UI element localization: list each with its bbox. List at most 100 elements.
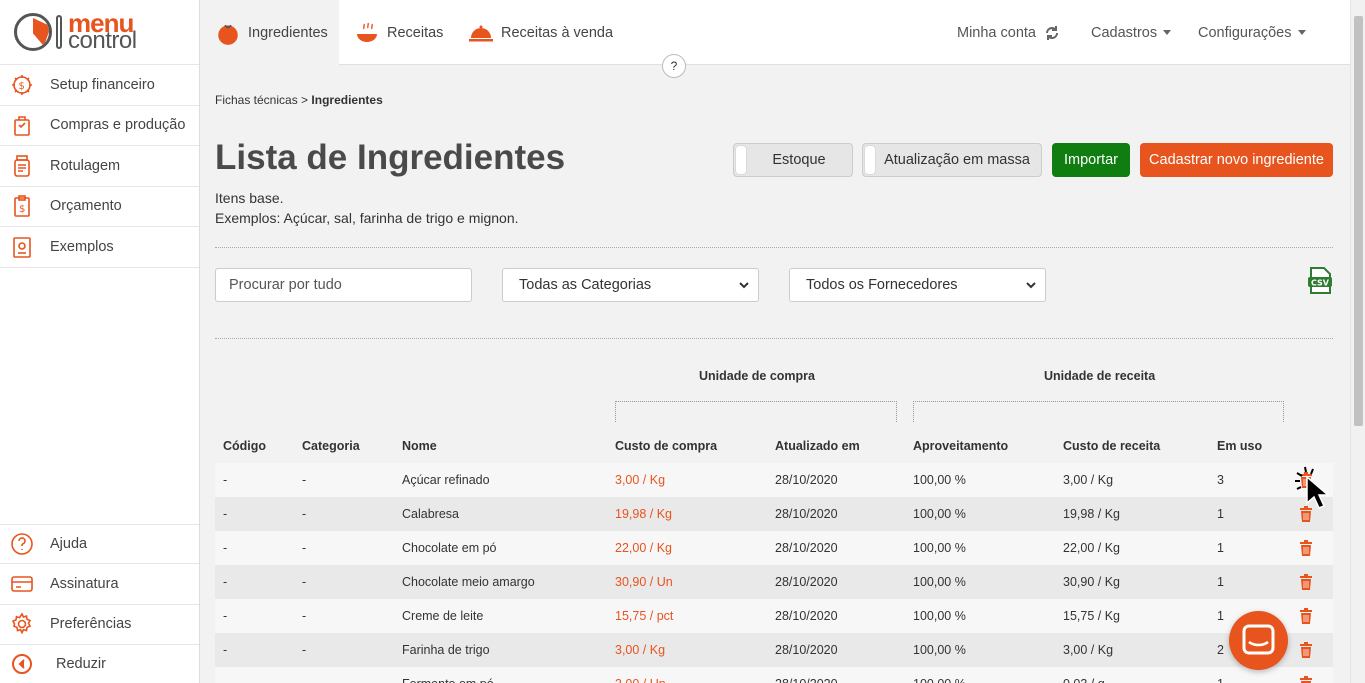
page-description: Itens base. Exemplos: Açúcar, sal, farin… xyxy=(215,188,519,228)
cadastros-dropdown[interactable]: Cadastros xyxy=(1091,0,1172,65)
delete-trash-icon[interactable] xyxy=(1299,642,1313,658)
estoque-label: Estoque xyxy=(772,152,826,168)
table-row[interactable]: - - Chocolate em pó 22,00 / Kg 28/10/2020 100… xyxy=(215,531,1333,565)
table-row[interactable]: - - Açúcar refinado 3,00 / Kg 28/10/2020 100,… xyxy=(215,463,1333,497)
breadcrumb-current: Ingredientes xyxy=(311,93,383,107)
group-bracket-receita xyxy=(913,401,1284,422)
tab-ingredientes[interactable]: Ingredientes xyxy=(200,0,339,65)
atualizacao-massa-toggle[interactable]: Atualização em massa xyxy=(862,143,1042,177)
pot-icon xyxy=(354,20,380,46)
table-row[interactable]: - - Fermento em pó 3,00 / Un 28/10/2020 100,0… xyxy=(215,667,1333,683)
cell-atualizado: 28/10/2020 xyxy=(775,541,838,555)
label-jar-icon xyxy=(10,154,34,178)
sidebar-item-compras[interactable]: Compras e produção xyxy=(0,106,199,146)
cell-aproveitamento: 100,00 % xyxy=(913,575,966,589)
description-line: Itens base. xyxy=(215,190,284,206)
column-header-em-uso[interactable]: Em uso xyxy=(1217,439,1262,453)
table-row[interactable]: - - Farinha de trigo 3,00 / Kg 28/10/2020 100… xyxy=(215,633,1333,667)
cell-custo-compra: 3,00 / Kg xyxy=(615,473,666,487)
breadcrumb-parent[interactable]: Fichas técnicas xyxy=(215,93,298,107)
column-header-atualizado[interactable]: Atualizado em xyxy=(775,439,860,453)
tab-label: Ingredientes xyxy=(248,24,328,41)
group-header-compra: Unidade de compra xyxy=(699,369,815,383)
sidebar-item-reduzir[interactable]: Reduzir xyxy=(0,645,199,683)
cell-aproveitamento: 100,00 % xyxy=(913,667,966,683)
cell-nome: Chocolate meio amargo xyxy=(402,575,535,589)
column-header-codigo[interactable]: Código xyxy=(223,439,266,453)
sidebar-item-exemplos[interactable]: Exemplos xyxy=(0,227,199,268)
fornecedor-select-value: Todos os Fornecedores xyxy=(806,277,958,293)
cell-custo-receita: 30,90 / Kg xyxy=(1063,575,1120,589)
sidebar: menu control $ Setup financeiro Compras … xyxy=(0,0,200,683)
estoque-toggle[interactable]: Estoque xyxy=(733,143,853,177)
page-scrollbar[interactable] xyxy=(1350,0,1365,683)
sidebar-item-label: Rotulagem xyxy=(50,157,121,174)
cell-nome: Açúcar refinado xyxy=(402,473,490,487)
logo-plate-icon xyxy=(14,13,52,51)
logo[interactable]: menu control xyxy=(0,0,199,65)
breadcrumb-sep: > xyxy=(301,93,309,107)
logo-text-control: control xyxy=(68,27,137,54)
sidebar-item-ajuda[interactable]: Ajuda xyxy=(0,523,199,564)
caret-down-icon xyxy=(1163,30,1172,35)
cell-aproveitamento: 100,00 % xyxy=(913,473,966,487)
sidebar-item-preferencias[interactable]: Preferências xyxy=(0,605,199,645)
delete-trash-icon[interactable] xyxy=(1299,608,1313,624)
table-row[interactable]: - - Chocolate meio amargo 30,90 / Un 28/10/2… xyxy=(215,565,1333,599)
importar-button[interactable]: Importar xyxy=(1052,143,1130,177)
sidebar-item-assinatura[interactable]: Assinatura xyxy=(0,564,199,605)
cell-categoria: - xyxy=(302,667,306,683)
cell-categoria: - xyxy=(302,609,307,623)
chat-widget-button[interactable] xyxy=(1229,611,1288,670)
divider xyxy=(215,338,1333,339)
cell-custo-receita: 3,00 / Kg xyxy=(1063,473,1114,487)
minha-conta-link[interactable]: Minha conta xyxy=(957,0,1060,65)
description-line: Exemplos: Açúcar, sal, farinha de trigo … xyxy=(215,210,519,226)
cell-atualizado: 28/10/2020 xyxy=(775,575,838,589)
cloche-icon xyxy=(468,20,494,46)
group-header-receita: Unidade de receita xyxy=(1044,369,1156,383)
column-header-custo-compra[interactable]: Custo de compra xyxy=(615,439,717,453)
sidebar-item-setup-financeiro[interactable]: $ Setup financeiro xyxy=(0,65,199,106)
table-row[interactable]: - - Calabresa 19,98 / Kg 28/10/2020 100,00 % 1… xyxy=(215,497,1333,531)
delete-trash-icon[interactable] xyxy=(1299,676,1313,683)
cell-atualizado: 28/10/2020 xyxy=(775,609,838,623)
cadastrar-ingrediente-button[interactable]: Cadastrar novo ingrediente xyxy=(1140,143,1333,177)
configuracoes-dropdown[interactable]: Configurações xyxy=(1198,0,1306,65)
delete-trash-icon[interactable] xyxy=(1299,540,1313,556)
svg-text:$: $ xyxy=(19,204,25,215)
cell-nome: Fermento em pó xyxy=(402,667,494,683)
cell-custo-receita: 15,75 / Kg xyxy=(1063,609,1120,623)
categoria-select-value: Todas as Categorias xyxy=(519,277,652,293)
fornecedor-select[interactable]: Todos os Fornecedores xyxy=(789,268,1046,302)
cell-nome: Chocolate em pó xyxy=(402,541,497,555)
tab-label: Receitas xyxy=(387,24,444,41)
delete-trash-icon[interactable] xyxy=(1299,574,1313,590)
cell-codigo: - xyxy=(223,473,228,487)
cell-em-uso: 1 xyxy=(1217,667,1224,683)
sidebar-item-label: Reduzir xyxy=(56,656,106,672)
examples-book-icon xyxy=(10,235,34,259)
scrollbar-thumb[interactable] xyxy=(1354,16,1363,426)
column-header-nome[interactable]: Nome xyxy=(402,439,437,453)
column-header-categoria[interactable]: Categoria xyxy=(302,439,360,453)
csv-export-icon[interactable]: CSV xyxy=(1308,267,1332,294)
column-header-custo-receita[interactable]: Custo de receita xyxy=(1063,439,1160,453)
table-row[interactable]: - - Creme de leite 15,75 / pct 28/10/2020 100… xyxy=(215,599,1333,633)
sidebar-item-label: Preferências xyxy=(50,616,132,633)
help-bubble-button[interactable]: ? xyxy=(662,54,686,78)
cell-categoria: - xyxy=(302,541,307,555)
cell-atualizado: 28/10/2020 xyxy=(775,473,838,487)
cell-custo-compra: 3,00 / Kg xyxy=(615,643,666,657)
search-input[interactable]: Procurar por tudo xyxy=(215,268,472,302)
cell-custo-receita: 19,98 / Kg xyxy=(1063,507,1120,521)
sidebar-item-label: Ajuda xyxy=(50,535,88,552)
cell-aproveitamento: 100,00 % xyxy=(913,541,966,555)
sidebar-item-orcamento[interactable]: $ Orçamento xyxy=(0,187,199,227)
tab-receitas[interactable]: Receitas xyxy=(354,0,443,65)
column-header-aproveitamento[interactable]: Aproveitamento xyxy=(913,439,1008,453)
configuracoes-label: Configurações xyxy=(1198,24,1292,41)
categoria-select[interactable]: Todas as Categorias xyxy=(502,268,759,302)
sidebar-item-rotulagem[interactable]: Rotulagem xyxy=(0,146,199,187)
tab-receitas-venda[interactable]: Receitas à venda xyxy=(468,0,613,65)
